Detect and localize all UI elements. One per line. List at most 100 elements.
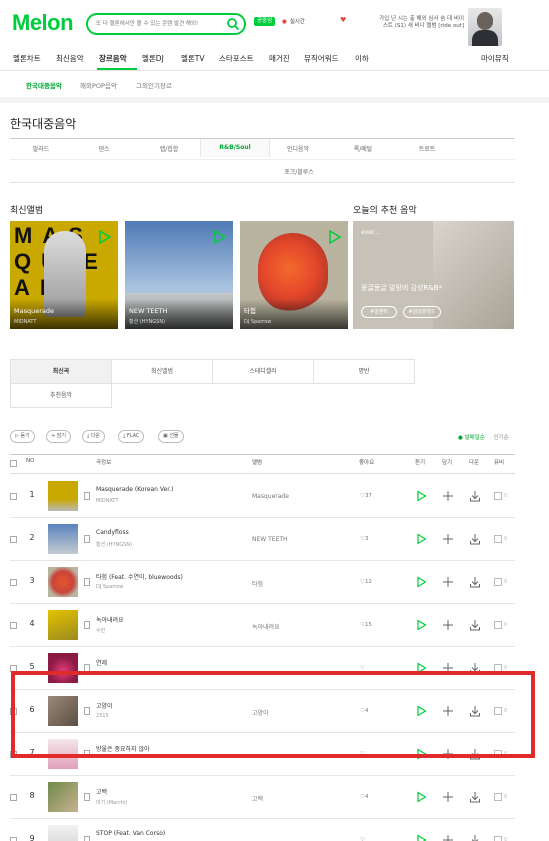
nav-starpost[interactable]: 스타포스트 bbox=[219, 53, 254, 64]
mv-icon[interactable] bbox=[494, 621, 502, 629]
song-info-icon[interactable] bbox=[84, 836, 90, 841]
album-thumbnail[interactable] bbox=[48, 825, 78, 841]
song-info-icon[interactable] bbox=[84, 578, 90, 586]
flac-button[interactable]: ⤓ FLAC bbox=[118, 430, 145, 443]
table-row[interactable]: 3 타험 (Feat. 수연이, bluewoods) DJ Sparrow 타… bbox=[0, 561, 549, 604]
subnav-other[interactable]: 그외인기장르 bbox=[136, 80, 172, 90]
sort-release-date[interactable]: ● 발매일순 bbox=[458, 433, 485, 441]
song-artist[interactable]: DJ Sparrow bbox=[96, 584, 123, 590]
like-button[interactable]: ♡37 bbox=[360, 493, 372, 499]
mv-icon[interactable] bbox=[494, 578, 502, 586]
mv-icon[interactable] bbox=[494, 492, 502, 500]
mv-icon[interactable] bbox=[494, 793, 502, 801]
genre-folk[interactable]: 포크/블루스 bbox=[264, 167, 334, 176]
song-info-icon[interactable] bbox=[84, 492, 90, 500]
promo-image[interactable] bbox=[468, 8, 502, 46]
mv-icon[interactable] bbox=[494, 836, 502, 841]
nav-more[interactable]: 이하 bbox=[355, 53, 369, 64]
add-icon[interactable] bbox=[442, 834, 454, 841]
recommend-tag-button[interactable]: #감성발라드 bbox=[403, 306, 441, 318]
like-button[interactable]: ♡4 bbox=[360, 794, 368, 800]
genre-rock[interactable]: 록/메탈 bbox=[328, 144, 398, 153]
like-button[interactable]: ♡3 bbox=[360, 536, 368, 542]
genre-rnb[interactable]: R&B/Soul bbox=[200, 139, 270, 157]
gift-button[interactable]: ▣ 선물 bbox=[158, 430, 184, 443]
nav-genre-music[interactable]: 장르음악 bbox=[99, 53, 127, 64]
download-icon[interactable] bbox=[469, 619, 481, 631]
like-button[interactable]: ♡ bbox=[360, 837, 365, 841]
select-all-checkbox[interactable] bbox=[10, 460, 17, 467]
add-icon[interactable] bbox=[442, 576, 454, 588]
play-icon[interactable] bbox=[415, 791, 427, 803]
table-row[interactable]: 8 고백 마기 (Marchi) 고백 ♡4 0 bbox=[0, 776, 549, 819]
genre-hiphop[interactable]: 랩/힙합 bbox=[134, 144, 204, 153]
play-icon[interactable] bbox=[415, 576, 427, 588]
play-icon[interactable] bbox=[415, 490, 427, 502]
table-row[interactable]: 4 녹아내려요 수헌 녹아내려요 ♡15 0 bbox=[0, 604, 549, 647]
status-badge[interactable]: 공중엄 bbox=[254, 17, 276, 26]
song-title[interactable]: 고백 bbox=[96, 787, 107, 796]
melon-logo[interactable]: Melon bbox=[12, 10, 74, 36]
tab-latest-albums[interactable]: 최신앨범 bbox=[111, 359, 213, 384]
like-button[interactable]: ♡15 bbox=[360, 622, 372, 628]
subnav-pop[interactable]: 해외POP음악 bbox=[80, 80, 117, 90]
album-thumbnail[interactable] bbox=[48, 782, 78, 812]
promo-text[interactable]: 가입 년 시는 출 해외 심사 숨 대 비이 스트 (S1) 새 비니 멜범 [… bbox=[378, 16, 464, 30]
song-artist[interactable]: 마기 (Marchi) bbox=[96, 799, 127, 806]
song-title[interactable]: STOP (Feat. Van Corso) bbox=[96, 830, 165, 837]
song-album[interactable]: 타험 bbox=[252, 579, 263, 588]
download-icon[interactable] bbox=[469, 834, 481, 841]
row-checkbox[interactable] bbox=[10, 536, 17, 543]
album-thumbnail[interactable] bbox=[48, 524, 78, 554]
row-checkbox[interactable] bbox=[10, 837, 17, 841]
download-button[interactable]: ⤓ 다운 bbox=[82, 430, 106, 443]
song-album[interactable]: 녹아내려요 bbox=[252, 622, 280, 631]
song-artist[interactable]: 수헌 bbox=[96, 627, 105, 634]
song-title[interactable]: Masquerade (Korean Ver.) bbox=[96, 486, 173, 493]
song-title[interactable]: 타험 (Feat. 수연이, bluewoods) bbox=[96, 572, 183, 581]
mv-icon[interactable] bbox=[494, 535, 502, 543]
row-checkbox[interactable] bbox=[10, 794, 17, 801]
song-title[interactable]: 녹아내려요 bbox=[96, 615, 124, 624]
add-icon[interactable] bbox=[442, 490, 454, 502]
subnav-korean[interactable]: 한국대중음악 bbox=[26, 80, 62, 90]
genre-ballad[interactable]: 발라드 bbox=[6, 144, 76, 153]
add-icon[interactable] bbox=[442, 619, 454, 631]
search-input[interactable]: 또 더 멜론에서만 볼 수 있는 콘텐 발견 해외! bbox=[96, 19, 198, 27]
download-icon[interactable] bbox=[469, 490, 481, 502]
recommend-card[interactable]: ever... 몽글몽글 말랑비 감성R&B* #알앤비 #감성발라드 bbox=[353, 221, 514, 329]
like-button[interactable]: ♡12 bbox=[360, 579, 372, 585]
tab-recommended[interactable]: 추천음악 bbox=[10, 383, 112, 408]
tab-latest-songs[interactable]: 최신곡 bbox=[10, 359, 112, 384]
listen-button[interactable]: ▷ 듣기 bbox=[10, 430, 35, 443]
song-title[interactable]: Candyfloss bbox=[96, 529, 129, 536]
album-thumbnail[interactable] bbox=[48, 610, 78, 640]
song-info-icon[interactable] bbox=[84, 535, 90, 543]
genre-trot[interactable]: 트로트 bbox=[392, 144, 462, 153]
recommend-tag-button[interactable]: #알앤비 bbox=[361, 306, 397, 318]
play-icon[interactable] bbox=[415, 619, 427, 631]
song-album[interactable]: Masquerade bbox=[252, 493, 289, 500]
table-row[interactable]: 9 STOP (Feat. Van Corso) ♡ 0 bbox=[0, 819, 549, 841]
play-icon[interactable] bbox=[96, 229, 112, 245]
nav-new-music[interactable]: 최신음악 bbox=[56, 53, 84, 64]
tab-classic-albums[interactable]: 명반 bbox=[313, 359, 415, 384]
add-button[interactable]: + 담기 bbox=[46, 430, 71, 443]
album-card-new-teeth[interactable]: NEW TEETH 황션 (HYNGSN) bbox=[125, 221, 233, 329]
nav-melon-chart[interactable]: 멜론차트 bbox=[13, 53, 41, 64]
play-icon[interactable] bbox=[415, 834, 427, 841]
download-icon[interactable] bbox=[469, 791, 481, 803]
song-artist[interactable]: 황션 (HYNGSN) bbox=[96, 541, 132, 548]
search-icon[interactable] bbox=[226, 17, 240, 31]
nav-melon-tv[interactable]: 멜론TV bbox=[181, 53, 205, 64]
realtime-link[interactable]: ● 실시간 bbox=[282, 17, 305, 25]
song-album[interactable]: 고백 bbox=[252, 794, 263, 803]
sort-popularity[interactable]: · 인기순 bbox=[490, 433, 509, 441]
play-icon[interactable] bbox=[326, 229, 342, 245]
download-icon[interactable] bbox=[469, 533, 481, 545]
row-checkbox[interactable] bbox=[10, 579, 17, 586]
row-checkbox[interactable] bbox=[10, 493, 17, 500]
album-thumbnail[interactable] bbox=[48, 567, 78, 597]
song-info-icon[interactable] bbox=[84, 793, 90, 801]
search-box[interactable]: 또 더 멜론에서만 볼 수 있는 콘텐 발견 해외! bbox=[86, 13, 246, 35]
